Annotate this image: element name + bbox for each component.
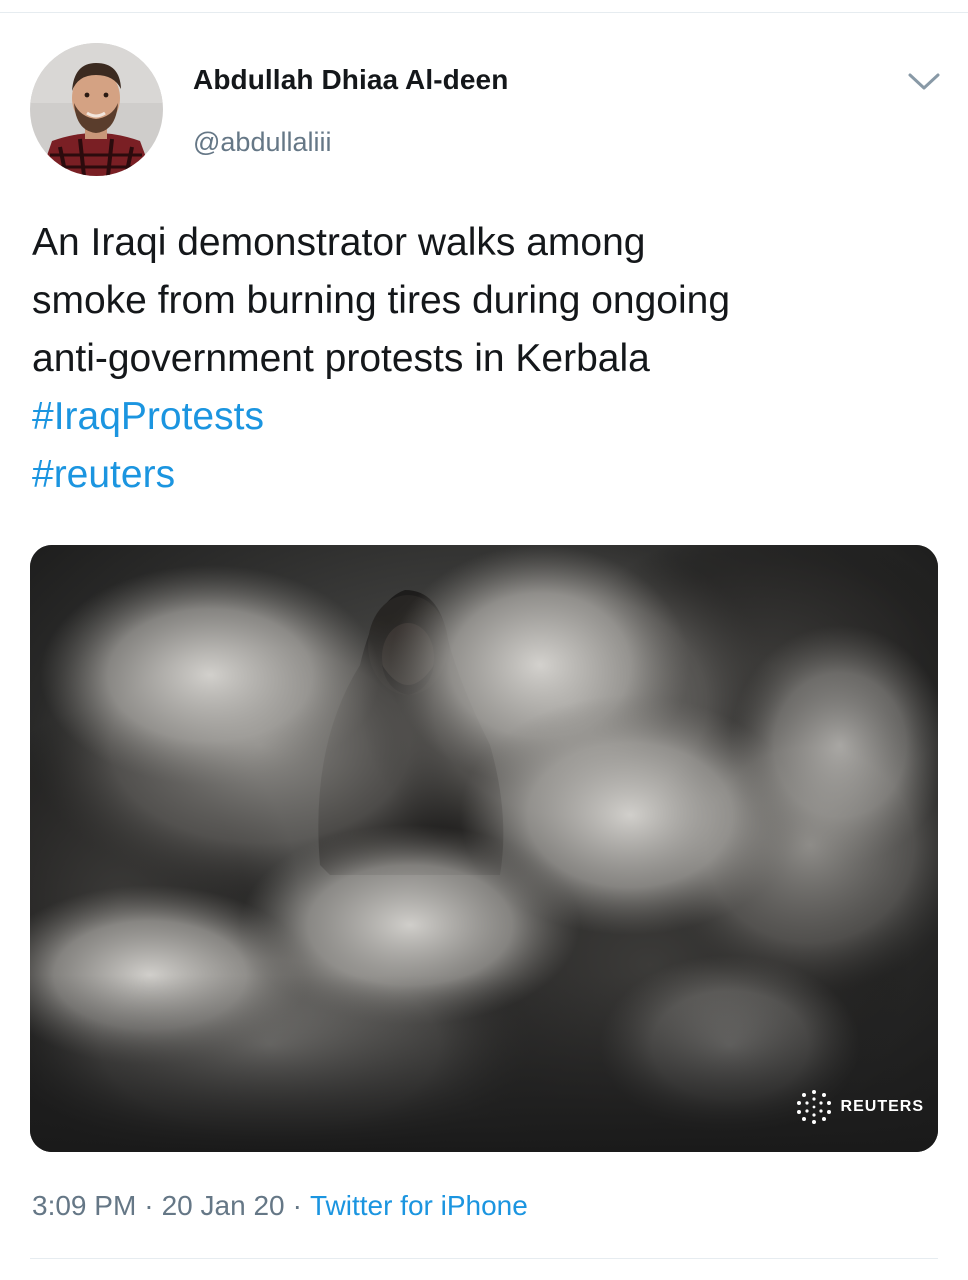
reuters-watermark-text: REUTERS: [840, 1098, 924, 1115]
tweet-text-line: An Iraqi demonstrator walks among: [32, 221, 646, 264]
avatar-image: [30, 43, 163, 176]
tweet-date[interactable]: 20 Jan 20: [162, 1190, 285, 1221]
reuters-watermark: REUTERS: [795, 1088, 924, 1126]
tweet-text-line: anti-government protests in Kerbala: [32, 337, 650, 380]
meta-separator: ·: [144, 1190, 154, 1221]
tweet-media-photo[interactable]: REUTERS: [30, 545, 938, 1152]
author-handle[interactable]: @abdullaliii: [193, 127, 331, 158]
tweet-meta: 3:09 PM · 20 Jan 20 · Twitter for iPhone: [32, 1190, 528, 1222]
chevron-down-icon[interactable]: [905, 66, 943, 96]
author-display-name[interactable]: Abdullah Dhiaa Al-deen: [193, 64, 508, 96]
meta-separator: ·: [292, 1190, 302, 1221]
top-divider: [0, 12, 968, 13]
avatar[interactable]: [30, 43, 163, 176]
tweet-text-line: smoke from burning tires during ongoing: [32, 279, 731, 322]
hashtag-link[interactable]: #reuters: [32, 446, 952, 504]
bottom-divider: [30, 1258, 938, 1259]
tweet-text: An Iraqi demonstrator walks among smoke …: [32, 214, 952, 504]
hashtag-link[interactable]: #IraqProtests: [32, 388, 952, 446]
tweet-time[interactable]: 3:09 PM: [32, 1190, 136, 1221]
tweet-source-link[interactable]: Twitter for iPhone: [310, 1190, 528, 1221]
reuters-logo-icon: [796, 1090, 831, 1124]
smoke-scene-image: [30, 545, 938, 1152]
